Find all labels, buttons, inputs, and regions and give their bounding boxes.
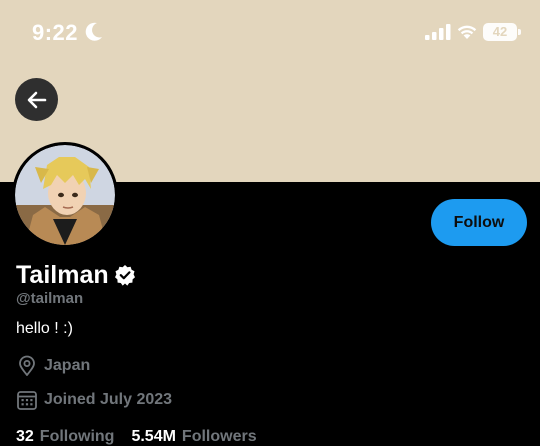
battery-level: 42 [492,24,508,39]
status-bar: 9:22 42 [0,0,540,66]
profile-joined: Joined July 2023 [16,389,172,411]
location-text: Japan [44,357,91,374]
battery-tip [518,29,521,35]
avatar[interactable] [12,142,118,248]
calendar-icon [17,391,37,410]
location-pin-icon [19,355,35,376]
display-name: Tailman [16,260,109,289]
joined-text: Joined July 2023 [44,391,173,408]
status-time: 9:22 [32,20,79,45]
battery-icon: 42 [483,23,517,41]
profile-bio: hello ! :) [16,320,73,337]
followers-link[interactable]: 5.54M Followers [131,428,256,446]
moon-icon [85,22,102,41]
followers-count: 5.54M [131,428,176,445]
profile-stats: 32 Following 5.54M Followers [16,428,257,446]
avatar-illustration [15,145,115,245]
arrow-left-icon [27,91,46,108]
following-link[interactable]: 32 Following [16,428,114,446]
profile-name-row: Tailman [16,260,136,290]
profile-handle: @tailman [16,290,84,307]
following-label: Following [39,428,115,445]
following-count: 32 [16,428,34,445]
verified-badge-icon[interactable] [114,264,136,286]
wifi-icon [457,25,477,39]
signal-icon [425,24,451,40]
followers-label: Followers [181,428,257,445]
back-button[interactable] [15,78,58,121]
follow-button[interactable]: Follow [431,199,527,246]
profile-location: Japan [16,355,90,377]
